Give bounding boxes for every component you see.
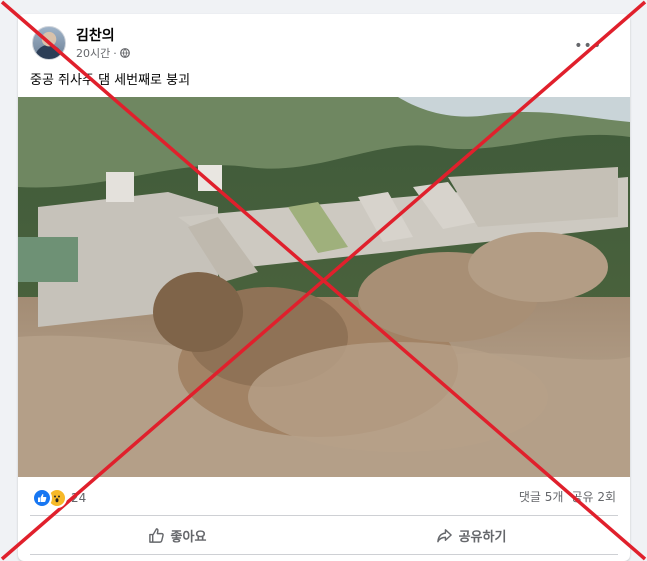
post-header: 김찬의 20시간 · ••• xyxy=(32,24,616,64)
like-button-label: 좋아요 xyxy=(170,529,207,545)
actions-divider-top xyxy=(30,515,618,516)
post-caption: 중공 쥐사주 댐 세번째로 붕괴 xyxy=(30,73,191,88)
post-stats: 24 댓글 5개 공유 2회 xyxy=(32,484,616,508)
actions-divider-bottom xyxy=(30,554,618,555)
share-arrow-icon xyxy=(436,528,452,542)
post-card: 김찬의 20시간 · ••• 중공 쥐사주 댐 세번째로 붕괴 24 댓글 5개… xyxy=(18,14,630,561)
like-button[interactable]: 좋아요 xyxy=(30,520,324,550)
reaction-summary[interactable]: 24 xyxy=(32,488,86,508)
like-icon xyxy=(32,488,52,508)
globe-icon xyxy=(119,48,130,58)
post-photo[interactable] xyxy=(18,97,630,477)
share-button-label: 공유하기 xyxy=(458,529,507,545)
thumbs-up-icon xyxy=(148,527,164,543)
author-avatar[interactable] xyxy=(32,26,66,60)
share-button[interactable]: 공유하기 xyxy=(324,520,618,550)
dam-flood-photo xyxy=(18,97,630,477)
author-name[interactable]: 김찬의 xyxy=(76,25,115,45)
more-options-icon[interactable]: ••• xyxy=(574,38,602,54)
engagement-counts: 댓글 5개 공유 2회 xyxy=(519,488,616,505)
post-actions: 좋아요 공유하기 xyxy=(30,520,618,550)
post-meta: 20시간 · xyxy=(76,45,130,61)
meta-separator: · xyxy=(113,46,117,60)
post-time[interactable]: 20시간 xyxy=(76,45,110,61)
comment-count[interactable]: 댓글 5개 xyxy=(519,488,564,505)
share-count[interactable]: 공유 2회 xyxy=(571,488,616,505)
reaction-count: 24 xyxy=(71,491,87,505)
